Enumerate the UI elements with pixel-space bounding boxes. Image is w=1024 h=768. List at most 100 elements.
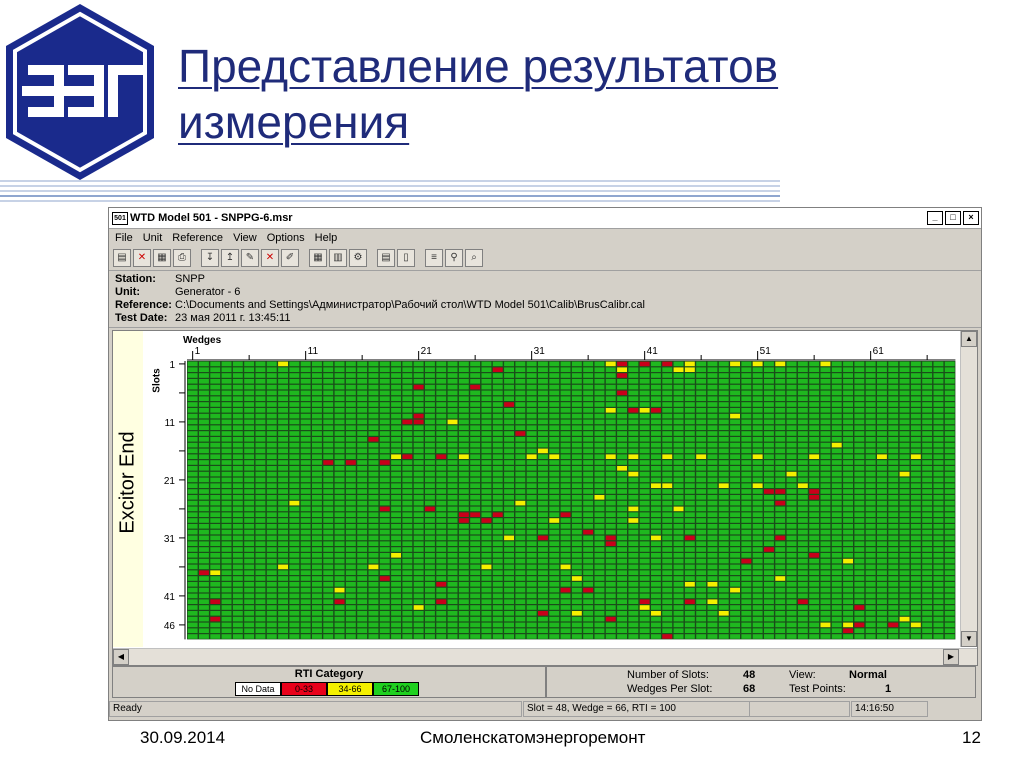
wedge-cell[interactable]: [492, 448, 503, 454]
wedge-cell[interactable]: [549, 361, 560, 367]
wedge-cell[interactable]: [651, 396, 661, 401]
wedge-cell[interactable]: [820, 483, 831, 488]
wedge-cell[interactable]: [187, 396, 198, 401]
wedge-cell[interactable]: [312, 611, 322, 616]
wedge-cell[interactable]: [933, 541, 944, 546]
wedge-cell[interactable]: [786, 628, 797, 633]
wedge-cell[interactable]: [187, 564, 198, 570]
wedge-cell[interactable]: [447, 419, 458, 425]
wedge-cell[interactable]: [481, 524, 492, 529]
wedge-cell[interactable]: [809, 570, 820, 575]
wedge-cell[interactable]: [538, 384, 548, 390]
wedge-cell[interactable]: [526, 553, 537, 558]
wedge-cell[interactable]: [504, 425, 514, 430]
wedge-cell[interactable]: [458, 413, 469, 419]
wedge-cell[interactable]: [583, 471, 594, 477]
wedge-cell[interactable]: [458, 529, 469, 535]
wedge-cell[interactable]: [639, 529, 650, 535]
wedge-cell[interactable]: [673, 512, 684, 517]
wedge-cell[interactable]: [492, 419, 503, 425]
wedge-cell[interactable]: [730, 384, 740, 390]
wedge-cell[interactable]: [605, 367, 616, 372]
wedge-cell[interactable]: [820, 558, 831, 564]
wedge-cell[interactable]: [865, 587, 876, 593]
wedge-cell[interactable]: [831, 495, 842, 500]
wedge-cell[interactable]: [345, 408, 356, 413]
wedge-cell[interactable]: [458, 547, 469, 552]
wedge-cell[interactable]: [538, 495, 548, 500]
wedge-cell[interactable]: [560, 611, 571, 616]
wedge-cell[interactable]: [797, 587, 808, 593]
wedge-cell[interactable]: [583, 390, 594, 396]
wedge-cell[interactable]: [752, 628, 763, 633]
wedge-cell[interactable]: [933, 529, 944, 535]
wedge-cell[interactable]: [504, 431, 514, 436]
wedge-cell[interactable]: [402, 489, 413, 494]
wedge-cell[interactable]: [662, 558, 673, 564]
wedge-cell[interactable]: [877, 553, 887, 558]
wedge-cell[interactable]: [764, 448, 774, 454]
wedge-cell[interactable]: [199, 570, 209, 575]
wedge-cell[interactable]: [617, 558, 627, 564]
wedge-cell[interactable]: [605, 471, 616, 477]
wedge-cell[interactable]: [684, 541, 695, 546]
wedge-cell[interactable]: [492, 361, 503, 367]
wedge-cell[interactable]: [651, 506, 661, 512]
wedge-cell[interactable]: [289, 634, 300, 639]
wedge-cell[interactable]: [764, 570, 774, 575]
wedge-cell[interactable]: [210, 442, 221, 448]
wedge-cell[interactable]: [515, 425, 526, 430]
wedge-cell[interactable]: [187, 605, 198, 610]
wedge-cell[interactable]: [187, 361, 198, 367]
wedge-cell[interactable]: [515, 413, 526, 419]
wedge-cell[interactable]: [628, 396, 639, 401]
wedge-cell[interactable]: [605, 495, 616, 500]
wedge-cell[interactable]: [255, 576, 266, 581]
wedge-cell[interactable]: [379, 622, 390, 628]
wedge-cell[interactable]: [651, 616, 661, 622]
wedge-cell[interactable]: [877, 500, 887, 506]
wedge-cell[interactable]: [504, 553, 514, 558]
wedge-cell[interactable]: [718, 570, 729, 575]
wedge-cell[interactable]: [413, 402, 424, 407]
wedge-cell[interactable]: [605, 500, 616, 506]
wedge-cell[interactable]: [651, 541, 661, 546]
wedge-cell[interactable]: [854, 379, 865, 384]
wedge-cell[interactable]: [741, 489, 752, 494]
wedge-cell[interactable]: [888, 489, 899, 494]
wedge-cell[interactable]: [458, 506, 469, 512]
wedge-cell[interactable]: [232, 413, 243, 419]
wedge-cell[interactable]: [594, 402, 605, 407]
wedge-cell[interactable]: [560, 367, 571, 372]
wedge-cell[interactable]: [651, 587, 661, 593]
wedge-cell[interactable]: [210, 570, 221, 575]
wedge-cell[interactable]: [458, 483, 469, 488]
wedge-cell[interactable]: [187, 454, 198, 459]
wedge-cell[interactable]: [752, 616, 763, 622]
wedge-cell[interactable]: [752, 437, 763, 442]
wedge-cell[interactable]: [922, 431, 933, 436]
wedge-cell[interactable]: [899, 425, 910, 430]
wedge-cell[interactable]: [843, 454, 853, 459]
wedge-cell[interactable]: [357, 489, 368, 494]
wedge-cell[interactable]: [922, 425, 933, 430]
wedge-cell[interactable]: [425, 454, 435, 459]
wedge-cell[interactable]: [651, 518, 661, 523]
wedge-cell[interactable]: [345, 529, 356, 535]
wedge-cell[interactable]: [538, 413, 548, 419]
wedge-cell[interactable]: [244, 442, 255, 448]
wedge-cell[interactable]: [368, 611, 379, 616]
wedge-cell[interactable]: [504, 361, 514, 367]
wedge-cell[interactable]: [741, 518, 752, 523]
wedge-cell[interactable]: [696, 402, 707, 407]
wedge-cell[interactable]: [255, 628, 266, 633]
wedge-cell[interactable]: [413, 506, 424, 512]
wedge-cell[interactable]: [436, 437, 447, 442]
wedge-cell[interactable]: [764, 541, 774, 546]
wedge-cell[interactable]: [583, 634, 594, 639]
wedge-cell[interactable]: [402, 390, 413, 396]
wedge-cell[interactable]: [470, 379, 481, 384]
wedge-cell[interactable]: [718, 460, 729, 465]
wedge-cell[interactable]: [549, 506, 560, 512]
wedge-cell[interactable]: [617, 361, 627, 367]
